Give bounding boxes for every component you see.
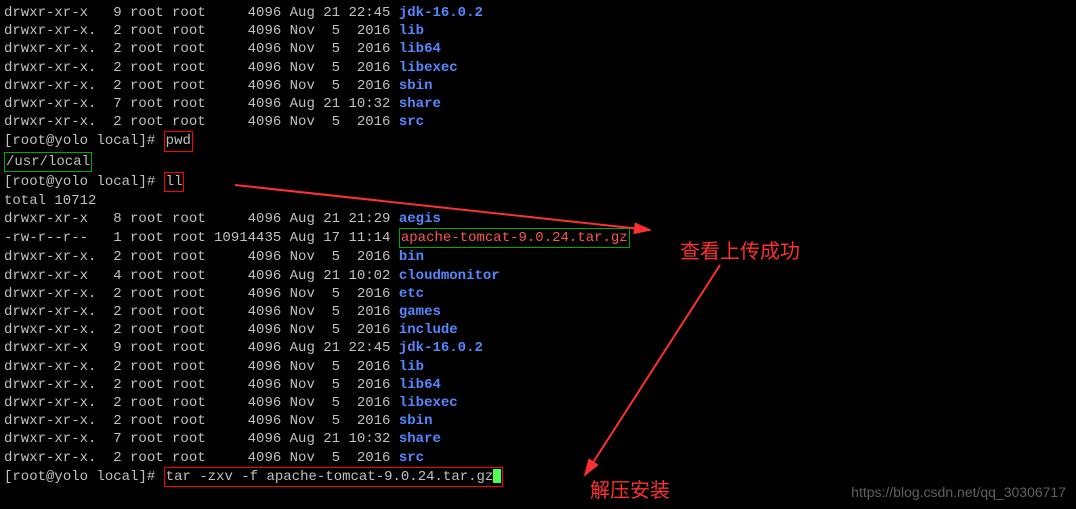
listing-row: drwxr-xr-x. 2 root root 4096 Nov 5 2016 …	[4, 248, 1072, 266]
listing-row: drwxr-xr-x. 7 root root 4096 Aug 21 10:3…	[4, 95, 1072, 113]
total-line: total 10712	[4, 192, 1072, 210]
prompt-line-pwd: [root@yolo local]# pwd	[4, 131, 1072, 151]
listing-row: drwxr-xr-x. 2 root root 4096 Nov 5 2016 …	[4, 394, 1072, 412]
listing-row: drwxr-xr-x. 2 root root 4096 Nov 5 2016 …	[4, 40, 1072, 58]
terminal-output[interactable]: drwxr-xr-x 9 root root 4096 Aug 21 22:45…	[4, 4, 1072, 487]
prompt-line-ll: [root@yolo local]# ll	[4, 172, 1072, 192]
listing-row: drwxr-xr-x 9 root root 4096 Aug 21 22:45…	[4, 4, 1072, 22]
listing-row: drwxr-xr-x. 2 root root 4096 Nov 5 2016 …	[4, 412, 1072, 430]
listing-row: drwxr-xr-x. 2 root root 4096 Nov 5 2016 …	[4, 59, 1072, 77]
annotation-upload-success: 查看上传成功	[680, 239, 800, 265]
listing-row: drwxr-xr-x. 2 root root 4096 Nov 5 2016 …	[4, 285, 1072, 303]
listing-row: drwxr-xr-x. 2 root root 4096 Nov 5 2016 …	[4, 321, 1072, 339]
listing-row: drwxr-xr-x. 2 root root 4096 Nov 5 2016 …	[4, 77, 1072, 95]
annotation-extract-install: 解压安装	[590, 478, 670, 504]
cmd-pwd: pwd	[164, 131, 193, 151]
listing-row: drwxr-xr-x. 7 root root 4096 Aug 21 10:3…	[4, 430, 1072, 448]
watermark: https://blog.csdn.net/qq_30306717	[851, 483, 1066, 501]
listing-row: -rw-r--r-- 1 root root 10914435 Aug 17 1…	[4, 228, 1072, 248]
listing-row: drwxr-xr-x. 2 root root 4096 Nov 5 2016 …	[4, 113, 1072, 131]
listing-row: drwxr-xr-x. 2 root root 4096 Nov 5 2016 …	[4, 358, 1072, 376]
listing-row: drwxr-xr-x. 2 root root 4096 Nov 5 2016 …	[4, 303, 1072, 321]
listing-row: drwxr-xr-x 4 root root 4096 Aug 21 10:02…	[4, 267, 1072, 285]
listing-row: drwxr-xr-x 8 root root 4096 Aug 21 21:29…	[4, 210, 1072, 228]
cmd-ll: ll	[164, 172, 185, 192]
cmd-tar: tar -zxv -f apache-tomcat-9.0.24.tar.gz	[164, 467, 504, 487]
listing-row: drwxr-xr-x. 2 root root 4096 Nov 5 2016 …	[4, 376, 1072, 394]
listing-row: drwxr-xr-x. 2 root root 4096 Nov 5 2016 …	[4, 449, 1072, 467]
listing-row: drwxr-xr-x. 2 root root 4096 Nov 5 2016 …	[4, 22, 1072, 40]
cursor-icon	[493, 469, 501, 483]
listing-row: drwxr-xr-x 9 root root 4096 Aug 21 22:45…	[4, 339, 1072, 357]
pwd-output: /usr/local	[4, 152, 1072, 172]
